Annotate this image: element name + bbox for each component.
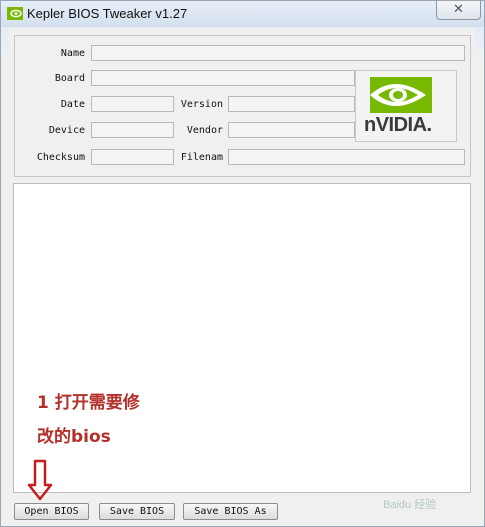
filename-field[interactable] [228,149,465,165]
title-bar[interactable]: Kepler BIOS Tweaker v1.27 ✕ [1,1,484,27]
version-field[interactable] [228,96,355,112]
filename-label: Filenam [180,152,223,163]
nvidia-logo: nVIDIA. [355,70,457,142]
close-button[interactable]: ✕ [436,1,481,20]
client-area: Name Board Date Version Device Vendor Ch… [9,28,475,521]
vendor-field[interactable] [228,122,355,138]
nvidia-eye-logo-icon [370,77,432,113]
nvidia-wordmark: nVIDIA. [364,114,432,136]
app-window: Kepler BIOS Tweaker v1.27 ✕ Name Board D… [0,0,485,527]
save-bios-button[interactable]: Save BIOS [99,503,175,520]
open-bios-button[interactable]: Open BIOS [14,503,89,520]
board-label: Board [54,73,85,84]
down-arrow-icon [27,459,53,501]
date-label: Date [60,99,85,110]
close-icon: ✕ [453,2,464,17]
vendor-label: Vendor [186,125,223,136]
name-label: Name [60,48,85,59]
version-label: Version [180,99,223,110]
date-field[interactable] [91,96,174,112]
window-title: Kepler BIOS Tweaker v1.27 [27,6,188,21]
watermark-text: Baidu 经验 [383,499,437,511]
device-field[interactable] [91,122,174,138]
annotation-line-2: 改的bios [37,427,111,447]
annotation-line-1: 1 打开需要修 [37,393,140,413]
name-field[interactable] [91,45,465,61]
checksum-field[interactable] [91,149,174,165]
checksum-label: Checksum [36,152,85,163]
nvidia-eye-icon [7,7,23,20]
board-field[interactable] [91,70,355,86]
save-bios-as-button[interactable]: Save BIOS As [183,503,278,520]
device-label: Device [48,125,85,136]
baidu-watermark: Baidu 经验 [383,496,481,522]
